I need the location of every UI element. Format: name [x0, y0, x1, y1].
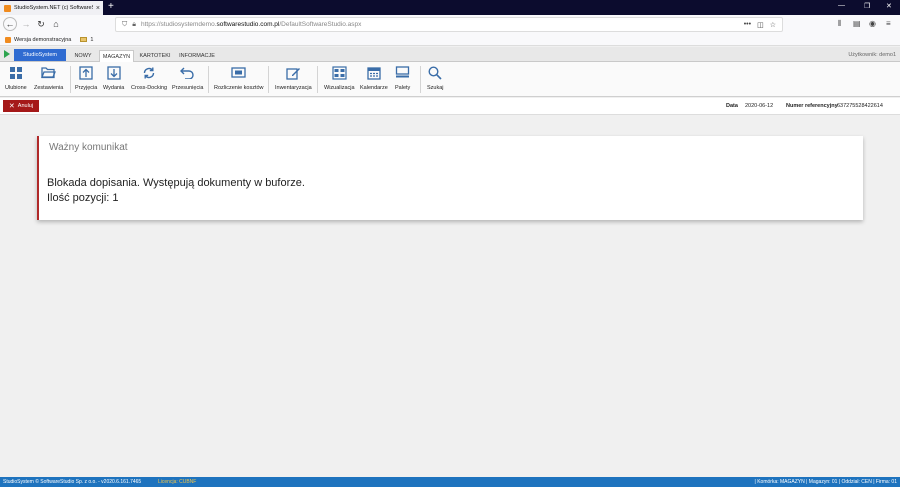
ref-label: Numer referencyjny — [786, 103, 838, 109]
separator — [420, 66, 421, 93]
inwentaryzacja-button[interactable]: Inwentaryzacja — [275, 65, 312, 95]
sidebar-icon[interactable]: ▤ — [853, 19, 861, 28]
play-icon[interactable] — [4, 50, 10, 58]
lock-icon: 🔒︎ — [132, 20, 136, 28]
palety-button[interactable]: Palety — [395, 65, 410, 95]
rozliczenie-kosztow-button[interactable]: Rozliczenie kosztów — [214, 65, 264, 95]
tab-nowy[interactable]: NOWY — [70, 50, 96, 62]
ulubione-button[interactable]: Ulubione — [5, 65, 27, 95]
url-bar[interactable]: ⛉ 🔒︎ https://studiosystemdemo.softwarest… — [115, 17, 783, 32]
user-label: Użytkownik: demo1 — [848, 52, 896, 58]
cross-docking-button[interactable]: Cross-Docking — [131, 65, 167, 95]
folder-icon — [80, 37, 88, 42]
status-bar: StudioSystem © SoftwareStudio Sp. z o.o.… — [0, 477, 900, 487]
grid-icon — [8, 65, 23, 80]
folder-open-icon — [41, 65, 57, 80]
undo-icon — [180, 65, 195, 80]
message-line-1: Blokada dopisania. Występują dokumenty w… — [47, 177, 305, 189]
separator — [208, 66, 209, 93]
kalendarze-button[interactable]: Kalendarze — [360, 65, 388, 95]
close-icon: ✕ — [8, 103, 15, 110]
calendar-icon — [366, 65, 381, 80]
status-context: | Komórka: MAGAZYN | Magazyn: 01 | Oddzi… — [754, 479, 897, 485]
ribbon-toolbar: Ulubione Zestawienia Przyjęcia Wydania C… — [0, 62, 900, 97]
back-icon[interactable]: ← — [3, 17, 17, 31]
cash-icon — [231, 65, 246, 80]
wizualizacja-button[interactable]: Wizualizacja — [324, 65, 355, 95]
account-icon[interactable]: ◉ — [869, 19, 876, 28]
close-window-icon[interactable]: ✕ — [886, 2, 892, 10]
close-tab-icon[interactable]: × — [96, 5, 100, 12]
szukaj-button[interactable]: Szukaj — [427, 65, 444, 95]
status-version: StudioSystem © SoftwareStudio Sp. z o.o.… — [3, 479, 142, 485]
cancel-button[interactable]: ✕ Anuluj — [3, 100, 39, 112]
przyjecia-button[interactable]: Przyjęcia — [75, 65, 97, 95]
status-license: Licencja: CUBNF — [158, 479, 197, 485]
separator — [268, 66, 269, 93]
star-icon[interactable]: ☆ — [770, 21, 776, 29]
library-icon[interactable]: ⫴ — [838, 19, 841, 29]
tab-magazyn[interactable]: MAGAZYN — [99, 50, 134, 62]
message-title: Ważny komunikat — [49, 142, 128, 153]
arrow-up-box-icon — [79, 65, 94, 80]
favicon-icon — [4, 4, 11, 12]
przesuniecia-button[interactable]: Przesunięcia — [172, 65, 204, 95]
new-tab-icon[interactable]: + — [108, 1, 114, 13]
browser-tabstrip: StudioSystem.NET (c) SoftwareS × + — ❐ ✕ — [0, 0, 900, 15]
zestawienia-button[interactable]: Zestawienia — [34, 65, 63, 95]
bookmark-folder[interactable]: 1 — [90, 37, 93, 43]
ribbon-tabs: StudioSystem NOWY MAGAZYN KARTOTEKI INFO… — [0, 47, 900, 62]
bookmark-favicon-icon — [5, 36, 11, 43]
info-strip: ✕ Anuluj Data 2020-06-12 Numer referency… — [0, 98, 900, 115]
pallet-icon — [395, 65, 410, 80]
ref-value: 637275528422614 — [837, 103, 883, 109]
separator — [70, 66, 71, 93]
menu-icon[interactable]: ≡ — [886, 19, 891, 28]
pocket-icon[interactable]: ◫ — [757, 21, 764, 29]
edit-icon — [286, 65, 301, 80]
home-icon[interactable]: ⌂ — [49, 17, 63, 31]
wydania-button[interactable]: Wydania — [103, 65, 124, 95]
minimize-icon[interactable]: — — [838, 2, 845, 9]
arrow-down-box-icon — [106, 65, 121, 80]
message-body: Blokada dopisania. Występują dokumenty w… — [47, 176, 305, 206]
date-label: Data — [726, 103, 738, 109]
warehouse-icon — [332, 65, 347, 80]
message-panel: Ważny komunikat Blokada dopisania. Wystę… — [37, 136, 863, 220]
forward-icon[interactable]: → — [19, 17, 33, 31]
tab-informacje[interactable]: INFORMACJE — [176, 50, 218, 62]
shield-icon: ⛉ — [122, 20, 128, 28]
search-icon — [428, 65, 443, 80]
tab-kartoteki[interactable]: KARTOTEKI — [138, 50, 172, 62]
separator — [317, 66, 318, 93]
date-value: 2020-06-12 — [745, 103, 774, 109]
restore-icon[interactable]: ❐ — [864, 2, 870, 10]
browser-tab[interactable]: StudioSystem.NET (c) SoftwareS × — [0, 1, 103, 15]
url-text: https://studiosystemdemo.softwarestudio.… — [140, 21, 362, 28]
reload-icon[interactable]: ↻ — [34, 17, 48, 31]
bookmarks-bar: Wersja demonstracyjna 1 — [0, 34, 900, 46]
tab-title: StudioSystem.NET (c) SoftwareS — [14, 5, 93, 11]
message-line-2: Ilość pozycji: 1 — [47, 192, 119, 204]
studiosystem-button[interactable]: StudioSystem — [14, 49, 66, 61]
browser-navbar: ← → ↻ ⌂ ⛉ 🔒︎ https://studiosystemdemo.so… — [0, 15, 900, 34]
bookmark-demo[interactable]: Wersja demonstracyjna — [14, 37, 71, 43]
more-icon[interactable]: ••• — [744, 21, 751, 29]
sync-icon — [142, 65, 157, 80]
